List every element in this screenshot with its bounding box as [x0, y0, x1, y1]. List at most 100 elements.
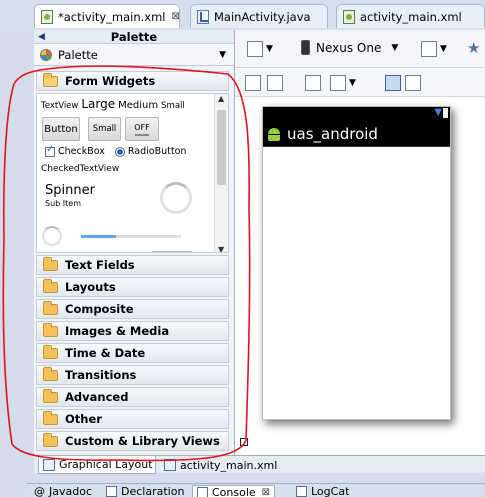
tab-main-activity-java[interactable]: MainActivity.java [190, 4, 328, 28]
palette-mode-select[interactable]: Palette ▼ [34, 44, 234, 66]
tab-activity-main-xml[interactable]: activity_main.xml [336, 4, 485, 28]
scroll-down-icon[interactable]: ▼ [218, 245, 224, 252]
action-bar: uas_android [263, 121, 450, 147]
tab-activity-main-modified[interactable]: *activity_main.xml ⊠ [34, 4, 180, 28]
widget-progress-horizontal[interactable] [81, 235, 181, 238]
category-text-fields[interactable]: Text Fields [36, 255, 229, 275]
baseline-icon [405, 75, 421, 91]
close-icon[interactable]: ⊠ [262, 487, 270, 497]
gravity-button[interactable]: ▼ [330, 75, 356, 91]
tab-console[interactable]: Console ⊠ [192, 485, 276, 497]
close-icon[interactable]: ⊠ [171, 11, 179, 22]
editor-mode-tabs: Graphical Layout activity_main.xml [34, 455, 485, 474]
java-file-icon [197, 9, 209, 24]
progress-fill [81, 235, 116, 238]
folder-icon [43, 432, 58, 447]
theme-selector[interactable]: ★ [467, 39, 480, 57]
orientation-selector[interactable]: ▼ [421, 41, 447, 57]
palette-title: Palette [110, 30, 158, 44]
margins-button[interactable] [305, 75, 321, 91]
resize-handle[interactable] [240, 438, 248, 446]
widget-checkbox-label: CheckBox [58, 146, 105, 157]
widget-checked-textview[interactable]: CheckedTextView [41, 164, 119, 174]
category-transitions[interactable]: Transitions [36, 365, 229, 385]
widget-progress-small[interactable] [42, 226, 62, 246]
tab-xml-source[interactable]: activity_main.xml [160, 456, 277, 474]
xml-file-icon [164, 459, 176, 471]
fill-height-button[interactable] [267, 75, 283, 91]
category-custom-library-views[interactable]: Custom & Library Views [36, 431, 229, 451]
widget-textview[interactable]: TextView [41, 101, 78, 111]
category-time-date[interactable]: Time & Date [36, 343, 229, 363]
palette-icon [40, 48, 52, 61]
wifi-icon: ▼ [434, 107, 442, 118]
device-screen-preview[interactable]: ▼ uas_android [262, 106, 451, 420]
baseline-button[interactable] [405, 75, 421, 91]
widget-spinner[interactable]: Spinner [45, 183, 95, 198]
palette-header[interactable]: ◀ Palette [34, 30, 234, 44]
tab-declaration[interactable]: Declaration [106, 485, 184, 497]
toggle-indicator [135, 133, 149, 136]
toggle-linear-button[interactable] [385, 75, 401, 91]
dropdown-arrow-icon[interactable]: ▼ [219, 50, 226, 60]
status-bar: ▼ [263, 107, 450, 121]
dropdown-arrow-icon: ▼ [349, 78, 356, 88]
folder-icon [43, 278, 58, 293]
tab-logcat[interactable]: LogCat [296, 485, 349, 497]
widget-small-text[interactable]: Small [161, 101, 185, 111]
device-toolbar: ▼ Nexus One ▼ ▼ ★ [235, 30, 485, 68]
layout-xml-icon [343, 9, 355, 24]
category-label: Time & Date [65, 346, 146, 360]
category-composite[interactable]: Composite [36, 299, 229, 319]
device-selector[interactable]: Nexus One ▼ [301, 40, 398, 55]
category-images-media[interactable]: Images & Media [36, 321, 229, 341]
widget-seekbar[interactable] [152, 251, 192, 252]
dropdown-arrow-icon: ▼ [391, 42, 399, 53]
widget-large-text[interactable]: Large [81, 97, 115, 111]
fill-width-button[interactable] [245, 75, 261, 91]
category-label: Text Fields [65, 258, 135, 272]
widget-button[interactable]: Button [42, 117, 80, 141]
scroll-up-icon[interactable]: ▲ [218, 94, 224, 103]
config-chooser[interactable]: ▼ [247, 41, 273, 57]
category-layouts[interactable]: Layouts [36, 277, 229, 297]
editor-tab-bar: *activity_main.xml ⊠ MainActivity.java a… [0, 0, 485, 30]
tab-graphical-layout[interactable]: Graphical Layout [38, 456, 156, 474]
widget-checkbox[interactable] [45, 144, 55, 157]
form-widgets-preview: TextView Large Medium Small Button Small… [36, 93, 229, 253]
category-label: Other [65, 412, 102, 426]
widget-medium-text[interactable]: Medium [118, 100, 158, 111]
folder-icon [43, 344, 58, 359]
widget-radiobutton[interactable] [114, 146, 125, 157]
tab-label: LogCat [311, 485, 350, 497]
tab-label: MainActivity.java [214, 9, 311, 24]
widget-small-button[interactable]: Small [88, 117, 121, 141]
category-label: Custom & Library Views [65, 434, 220, 448]
device-label: Nexus One [316, 40, 382, 55]
tab-label: activity_main.xml [360, 9, 462, 24]
tab-label: Declaration [121, 485, 185, 497]
category-label: Composite [65, 302, 134, 316]
widget-toggle-button[interactable]: OFF [125, 117, 159, 141]
category-advanced[interactable]: Advanced [36, 387, 229, 407]
graphical-layout-icon [43, 458, 55, 471]
widget-button-label: Button [44, 123, 78, 135]
tab-javadoc[interactable]: @ Javadoc [34, 485, 92, 497]
widgets-scrollbar[interactable]: ▲ ▼ [214, 94, 228, 252]
category-form-widgets[interactable]: Form Widgets [36, 71, 229, 91]
category-label: Transitions [65, 368, 137, 382]
gravity-icon [330, 75, 346, 91]
star-icon: ★ [467, 39, 481, 57]
device-icon [301, 40, 310, 55]
dropdown-arrow-icon: ▼ [440, 44, 447, 54]
folder-open-icon [43, 72, 58, 87]
widget-toggle-label: OFF [134, 122, 150, 132]
folder-icon [43, 300, 58, 315]
app-title: uas_android [287, 124, 378, 143]
widget-progress-large[interactable] [160, 182, 192, 214]
category-label: Images & Media [65, 324, 170, 338]
category-other[interactable]: Other [36, 409, 229, 429]
collapse-arrow-icon[interactable]: ◀ [38, 30, 45, 44]
scroll-thumb[interactable] [217, 110, 226, 185]
folder-icon [43, 366, 58, 381]
